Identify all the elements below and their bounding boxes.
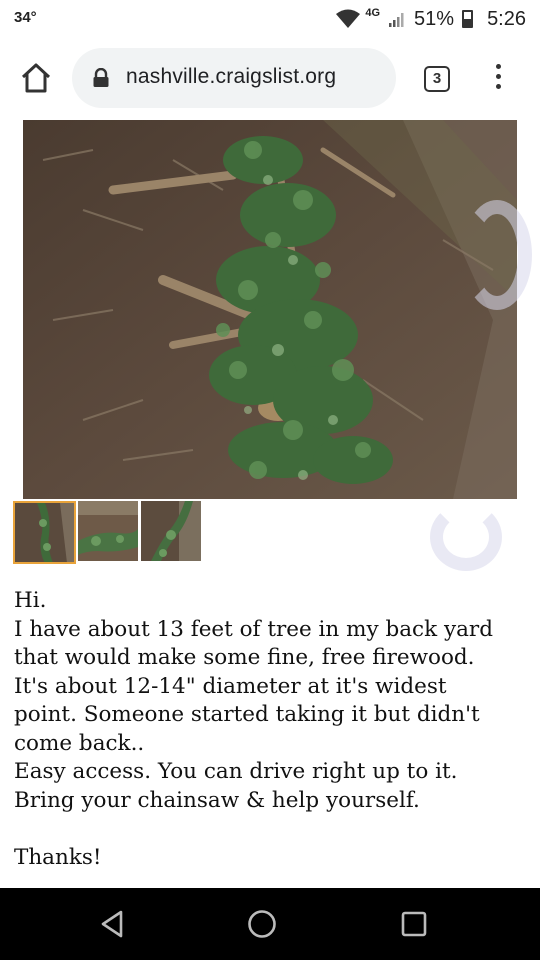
back-icon[interactable] [95,906,131,942]
description-line: come back.. [14,730,145,756]
home-icon[interactable] [18,60,54,96]
battery-percent-text: 51% [414,7,455,30]
thumbnail-image [141,501,201,561]
clock-text: 5:26 [487,7,526,30]
tab-switcher-button[interactable]: 3 [424,66,450,92]
description-line: Hi. [14,588,47,613]
description-line: Easy access. You can drive right up to i… [14,759,458,784]
description-line: point. Someone started taking it but did… [14,702,480,727]
home-button-icon[interactable] [244,906,280,942]
thumbnail-3[interactable] [141,501,201,561]
overflow-menu-icon[interactable] [490,64,506,94]
description-blank-line [14,815,529,844]
temperature-text: 34° [14,9,37,26]
thumbnail-2[interactable] [78,501,138,561]
loading-spinner-watermark [462,200,532,310]
description-line: Thanks! [14,844,102,870]
wifi-icon [336,9,361,28]
recents-icon[interactable] [396,906,432,942]
thumbnail-1[interactable] [13,501,76,564]
battery-icon [462,10,474,28]
address-bar[interactable]: nashville.craigslist.org [72,48,396,108]
system-navigation-bar [0,888,540,960]
signal-icon [389,13,404,27]
listing-description: Hi. I have about 13 feet of tree in my b… [14,587,529,872]
loading-spinner-watermark [430,503,502,571]
description-line: that would make some fine, free firewood… [14,645,475,670]
thumbnail-image [78,501,138,561]
network-type-text: 4G [365,7,381,19]
thumbnail-image [15,503,74,562]
description-line: It's about 12-14" diameter at it's wides… [14,673,447,699]
lock-icon [93,68,109,87]
fallen-tree-photo [23,120,517,499]
status-bar: 34° 4G 51% 5:26 [0,0,540,38]
description-line: Bring your chainsaw & help yourself. [14,787,420,813]
url-text: nashville.craigslist.org [126,65,337,88]
listing-main-image[interactable] [23,120,517,499]
description-line: I have about 13 feet of tree in my back … [14,616,493,642]
browser-toolbar: nashville.craigslist.org 3 [0,38,540,120]
